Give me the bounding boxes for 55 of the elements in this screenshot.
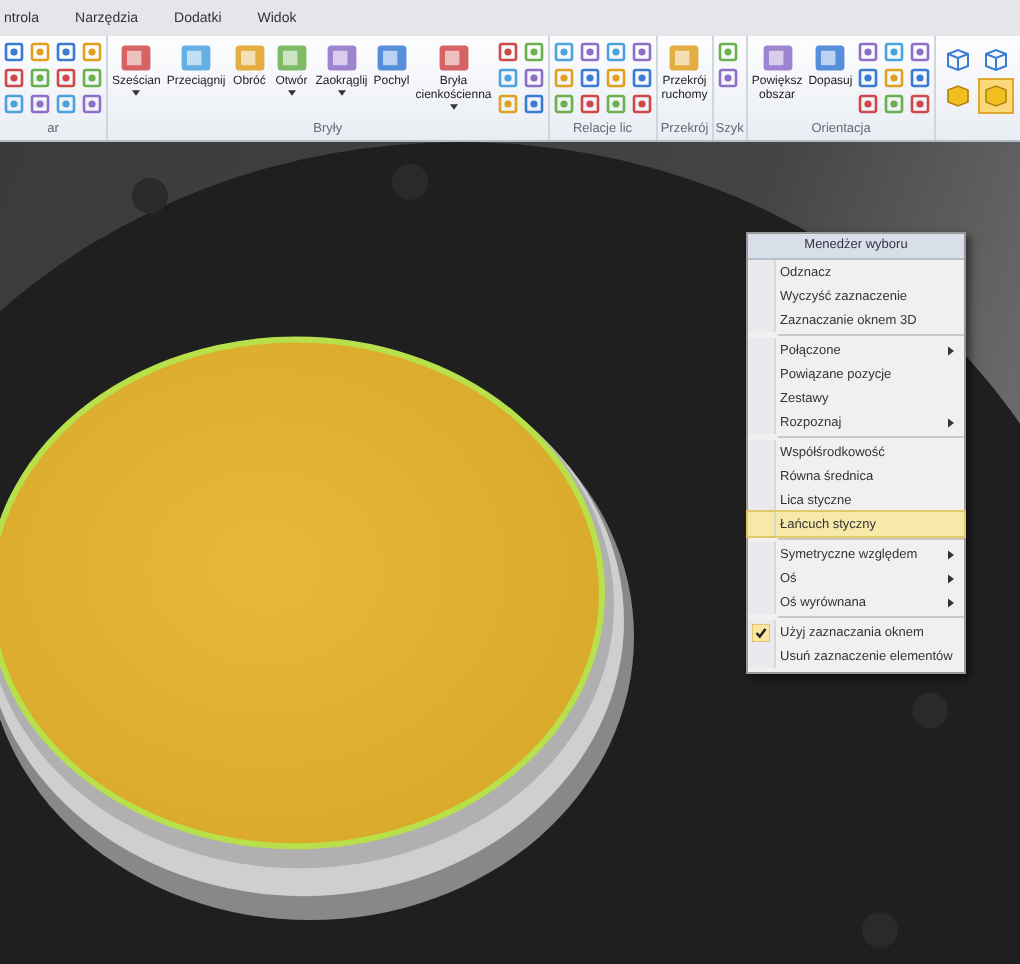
tool-icon[interactable] (4, 94, 24, 114)
cube-icon[interactable] (980, 44, 1013, 76)
tool-icon[interactable] (523, 94, 544, 114)
tool-icon[interactable] (82, 42, 102, 62)
tool-icon (666, 40, 703, 76)
tool-icon (231, 40, 268, 76)
tool-icon[interactable] (579, 68, 600, 88)
tool-icon[interactable] (82, 94, 102, 114)
tool-icon (118, 40, 155, 76)
tool-icon[interactable] (553, 42, 574, 62)
tool-icon[interactable] (30, 94, 50, 114)
tool-icon[interactable] (858, 94, 879, 114)
tool-icon[interactable] (579, 42, 600, 62)
tool-icon (323, 40, 360, 76)
tool-icon[interactable] (858, 42, 879, 62)
tool-icon[interactable] (56, 42, 76, 62)
tool-icon[interactable] (910, 42, 931, 62)
tool-icon[interactable] (605, 42, 626, 62)
tool-icon[interactable] (497, 68, 518, 88)
tool-icon[interactable] (553, 94, 574, 114)
tool-icon[interactable] (631, 42, 652, 62)
tool-icon[interactable] (605, 68, 626, 88)
cube-icon[interactable] (942, 80, 975, 112)
tool-icon[interactable] (910, 68, 931, 88)
tool-icon[interactable] (884, 68, 905, 88)
tool-icon[interactable] (884, 94, 905, 114)
tool-icon[interactable] (631, 94, 652, 114)
tool-icon (812, 40, 849, 76)
tool-icon (435, 40, 472, 76)
tool-icon[interactable] (82, 68, 102, 88)
tool-icon[interactable] (4, 42, 24, 62)
tool-icon[interactable] (497, 42, 518, 62)
tool-icon[interactable] (858, 68, 879, 88)
tool-icon (373, 40, 410, 76)
tool-icon[interactable] (884, 42, 905, 62)
cube-icon[interactable] (942, 44, 975, 76)
tool-icon[interactable] (717, 42, 738, 62)
tool-icon[interactable] (579, 94, 600, 114)
tool-icon[interactable] (4, 68, 24, 88)
tool-icon (178, 40, 215, 76)
tool-icon[interactable] (605, 94, 626, 114)
tool-icon[interactable] (30, 68, 50, 88)
tool-icon[interactable] (717, 68, 738, 88)
tool-icon[interactable] (497, 94, 518, 114)
tool-icon[interactable] (56, 94, 76, 114)
tool-icon[interactable] (523, 68, 544, 88)
tool-icon[interactable] (523, 42, 544, 62)
tool-icon[interactable] (910, 94, 931, 114)
tool-icon (759, 40, 796, 76)
tool-icon[interactable] (631, 68, 652, 88)
tool-icon (273, 40, 310, 76)
tool-icon[interactable] (56, 68, 76, 88)
tool-icon[interactable] (30, 42, 50, 62)
cube-icon[interactable] (980, 80, 1013, 112)
tool-icon[interactable] (553, 68, 574, 88)
